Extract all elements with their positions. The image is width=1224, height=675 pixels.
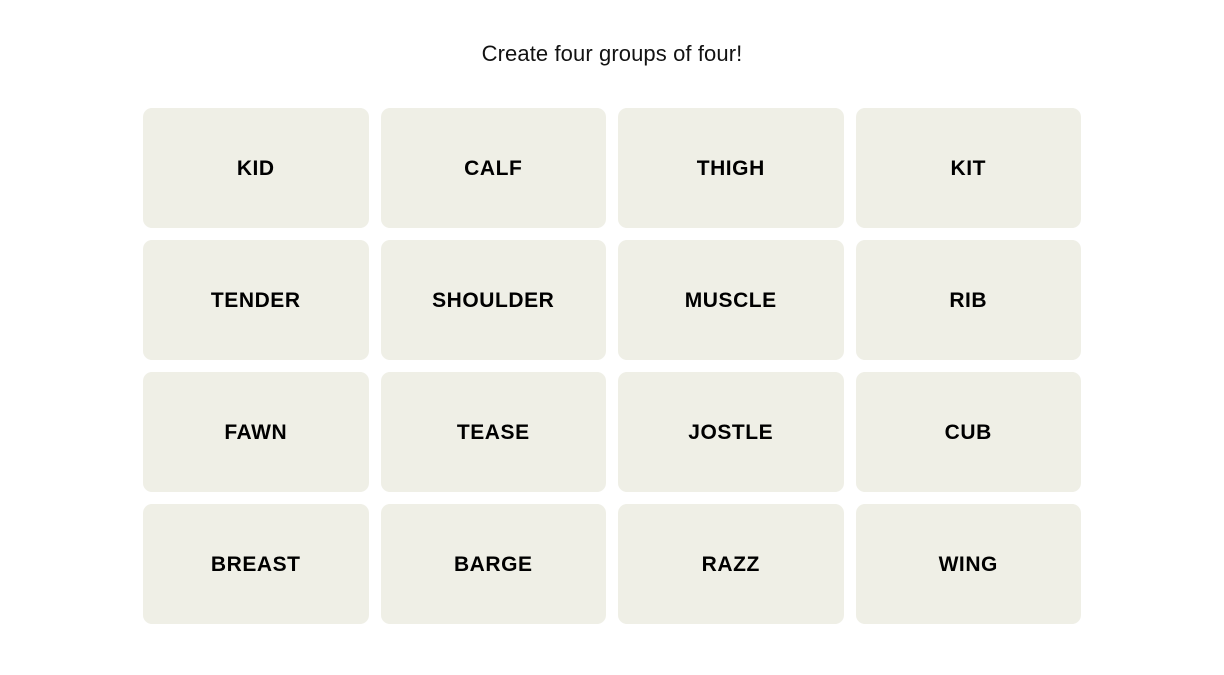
word-tile[interactable]: FAWN [143,372,369,492]
word-tile[interactable]: KIT [855,108,1081,228]
word-tile[interactable]: RIB [855,240,1081,360]
word-tile-label: BARGE [453,552,533,576]
word-tile-label: JOSTLE [688,420,774,444]
word-tile[interactable]: RAZZ [618,504,844,624]
word-tile-label: THIGH [696,156,765,180]
word-tile-label: TENDER [210,288,301,312]
word-tile[interactable]: KID [143,108,369,228]
word-tile-label: MUSCLE [684,288,777,312]
word-tile-label: SHOULDER [432,288,555,312]
word-tile[interactable]: TENDER [143,240,369,360]
word-tile-grid: KID CALF THIGH KIT TENDER SHOULDER MUSCLE RIB FA… [143,108,1081,624]
word-tile[interactable]: MUSCLE [618,240,844,360]
word-tile-label: CALF [464,156,523,180]
word-tile[interactable]: BARGE [380,504,606,624]
word-tile[interactable]: JOSTLE [618,372,844,492]
word-tile-label: RIB [949,288,988,312]
word-tile[interactable]: SHOULDER [380,240,606,360]
word-tile[interactable]: WING [855,504,1081,624]
connections-game-board: Create four groups of four! KID CALF THIGH… [0,0,1224,675]
word-tile-label: CUB [944,420,992,444]
word-tile-label: TEASE [456,420,530,444]
word-tile-label: RAZZ [701,552,760,576]
word-tile-label: KIT [950,156,986,180]
word-tile[interactable]: THIGH [618,108,844,228]
puzzle-instruction-text: Create four groups of four! [481,41,743,66]
word-tile[interactable]: BREAST [143,504,369,624]
word-tile-label: BREAST [210,552,301,576]
word-tile[interactable]: TEASE [380,372,606,492]
word-tile-label: FAWN [224,420,288,444]
word-tile-label: WING [938,552,998,576]
word-tile-label: KID [236,156,275,180]
word-tile[interactable]: CUB [855,372,1081,492]
word-tile[interactable]: CALF [380,108,606,228]
